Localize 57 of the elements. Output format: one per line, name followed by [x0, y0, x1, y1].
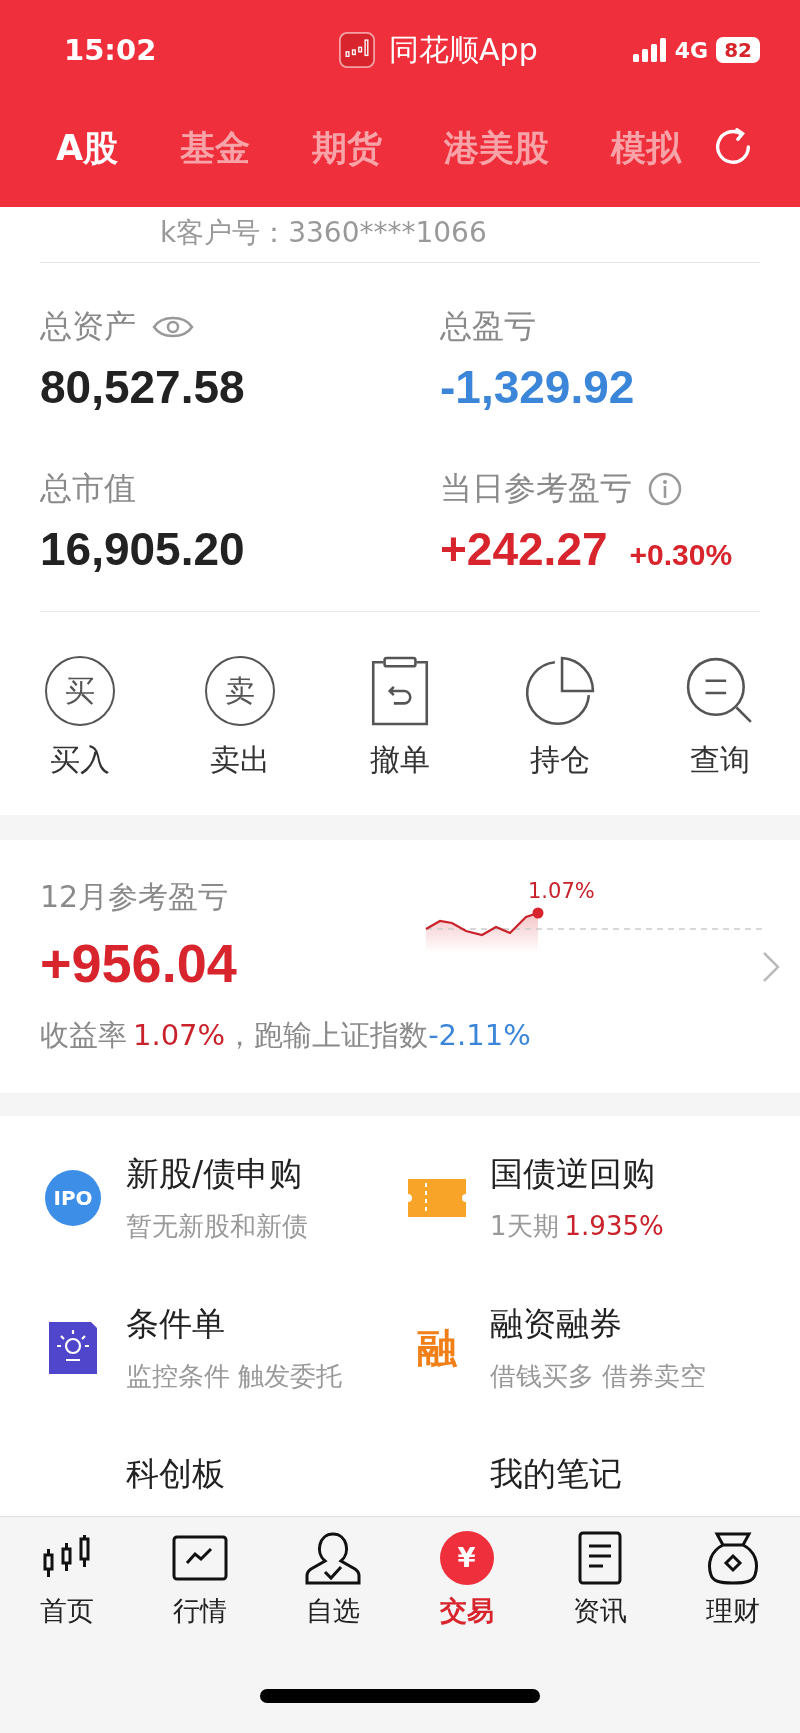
- summary-value: 16,905.20: [40, 523, 245, 575]
- glyph-circle-icon: 卖: [205, 656, 275, 726]
- battery-indicator: 82: [716, 37, 760, 63]
- glyph-circle-icon: 买: [45, 656, 115, 726]
- nav-tab[interactable]: 首页: [0, 1531, 134, 1649]
- nav-tab[interactable]: ¥ 交易: [400, 1531, 534, 1649]
- trade-action-button[interactable]: 持仓: [480, 656, 640, 781]
- margin-trading-icon: 融: [417, 1320, 457, 1376]
- monthly-pnl-card[interactable]: 12月参考盈亏 +956.04 收益率 1.07%，跑输上证指数-2.11% 1.07%: [0, 840, 800, 1093]
- market-tab[interactable]: A股: [56, 125, 119, 182]
- app-title: 同花顺App: [389, 30, 538, 69]
- money-bag-icon: [707, 1531, 760, 1585]
- summary-label: 当日参考盈亏: [440, 468, 632, 509]
- summary-label: 总资产: [40, 306, 136, 347]
- monthly-title: 12月参考盈亏: [40, 878, 230, 916]
- summary-value: -1,329.92: [440, 361, 635, 413]
- service-title[interactable]: 条件单: [126, 1303, 343, 1345]
- monthly-value: +956.04: [40, 933, 238, 993]
- ticket-icon: [408, 1179, 466, 1217]
- return-summary: 收益率 1.07%，跑输上证指数-2.11%: [40, 1017, 531, 1054]
- trade-action-button[interactable]: 卖 卖出: [160, 656, 320, 781]
- service-subtitle: 监控条件 触发委托: [126, 1360, 343, 1393]
- service-title[interactable]: 科创板: [126, 1453, 225, 1495]
- pie-chart-icon: [525, 656, 595, 726]
- service-subtitle: 1天期 1.935%: [490, 1210, 664, 1243]
- network-label: 4G: [674, 37, 709, 63]
- summary-value: 80,527.58: [40, 361, 245, 413]
- nav-tab[interactable]: 资讯: [533, 1531, 667, 1649]
- service-title[interactable]: 融资融券: [490, 1303, 707, 1345]
- nav-tab[interactable]: 自选: [266, 1531, 400, 1649]
- person-check-icon: [305, 1531, 362, 1585]
- document-icon: [578, 1531, 622, 1585]
- chart-label: 1.07%: [528, 878, 595, 905]
- yen-icon: ¥: [439, 1531, 494, 1585]
- summary-label: 总盈亏: [440, 306, 536, 347]
- trade-action-button[interactable]: 撤单: [320, 656, 480, 781]
- chevron-right-icon: [762, 951, 780, 983]
- nav-tab[interactable]: 理财: [666, 1531, 800, 1649]
- summary-value: +242.27: [440, 523, 608, 575]
- service-title[interactable]: 国债逆回购: [490, 1153, 664, 1195]
- customer-id: k客户号：3360****1066: [159, 215, 488, 251]
- ipo-icon: IPO: [45, 1170, 101, 1226]
- trade-action-button[interactable]: 买 买入: [0, 656, 160, 781]
- app-logo-icon: [339, 32, 376, 68]
- service-title[interactable]: 我的笔记: [490, 1453, 622, 1495]
- service-title[interactable]: 新股/债申购: [126, 1153, 308, 1195]
- percent-change: +0.30%: [629, 538, 733, 572]
- nav-tab[interactable]: 行情: [133, 1531, 267, 1649]
- trade-action-button[interactable]: 查询: [640, 656, 800, 781]
- eye-icon[interactable]: [152, 314, 194, 340]
- lightbulb-icon: [47, 1320, 99, 1376]
- summary-label: 总市值: [40, 468, 136, 509]
- status-time: 15:02: [64, 33, 158, 67]
- service-subtitle: 暂无新股和新债: [126, 1210, 308, 1243]
- service-subtitle: 借钱买多 借券卖空: [490, 1360, 707, 1393]
- signal-icon: [632, 38, 667, 62]
- info-icon[interactable]: [648, 472, 682, 506]
